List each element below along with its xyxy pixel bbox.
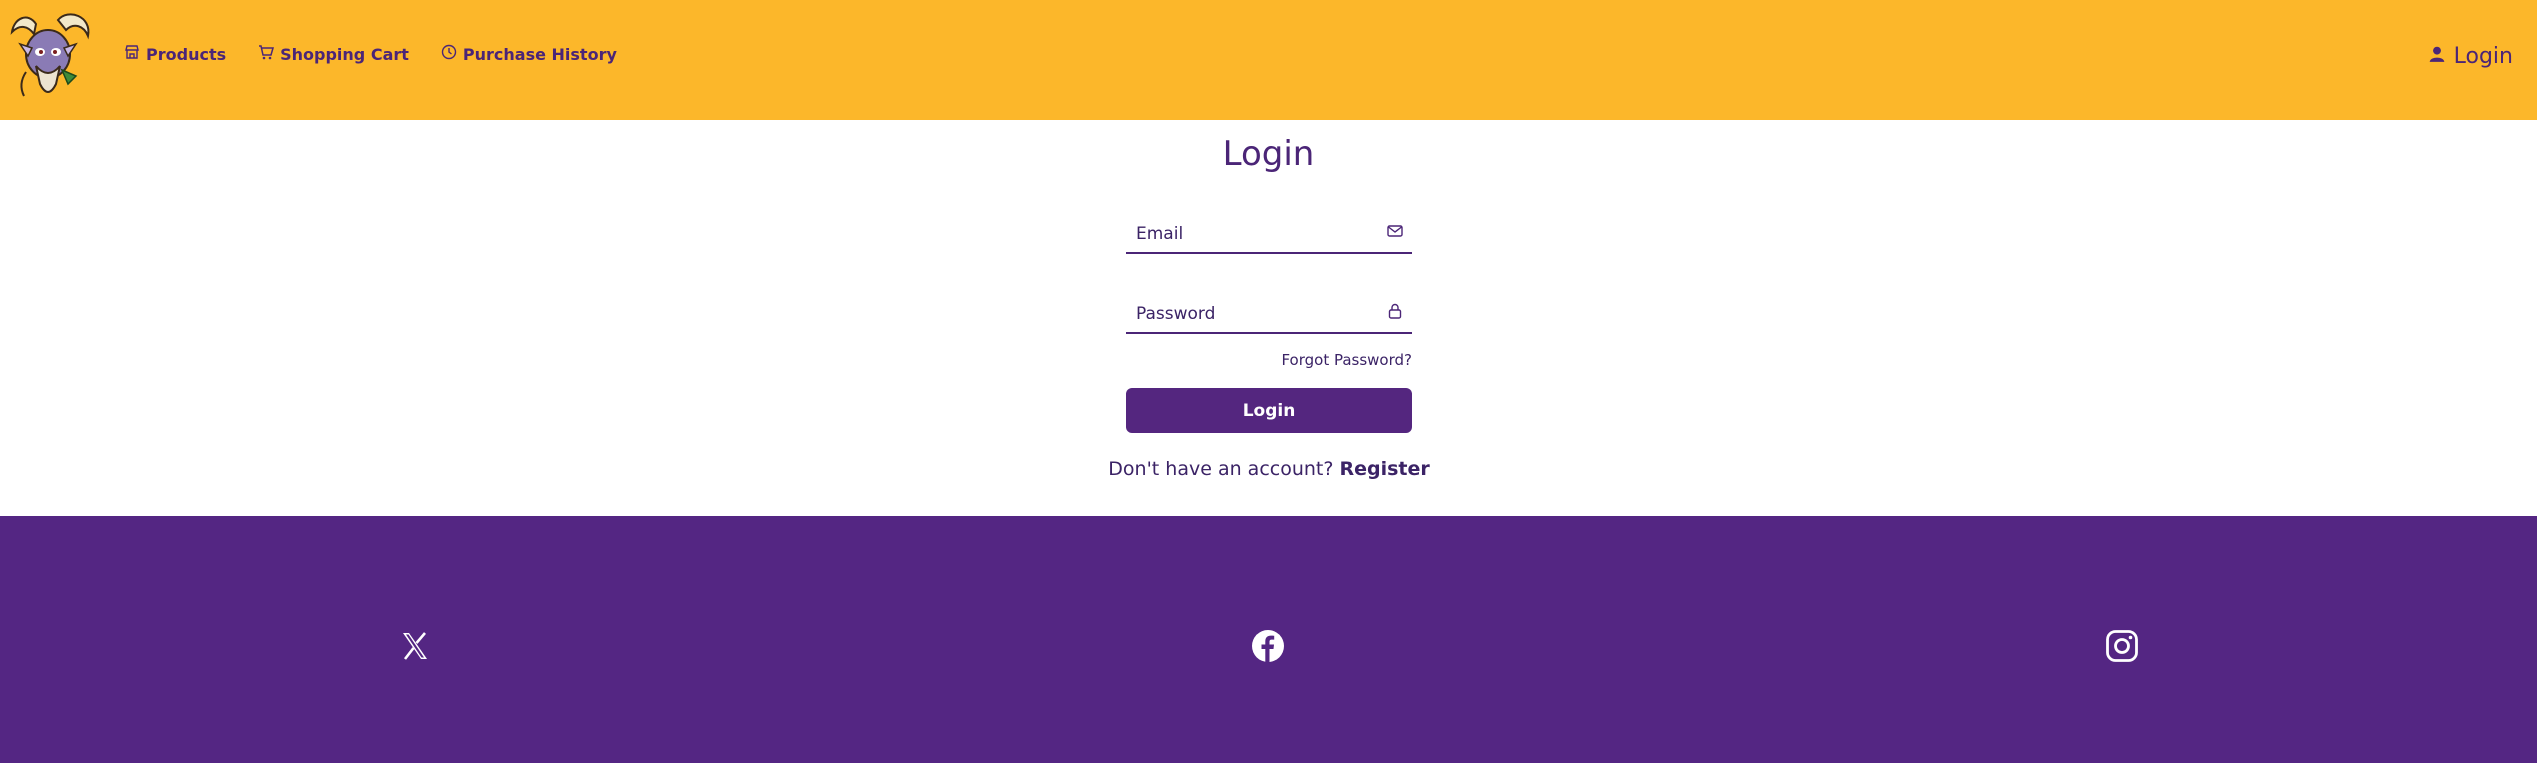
clock-icon (441, 44, 457, 64)
x-twitter-icon[interactable] (398, 629, 432, 663)
header-login-link[interactable]: Login (2428, 44, 2513, 69)
page-title: Login (1222, 134, 1315, 174)
nav-shopping-cart[interactable]: Shopping Cart (258, 44, 409, 64)
register-prompt: Don't have an account? Register (1108, 458, 1429, 480)
password-field[interactable]: Password (1126, 290, 1412, 334)
facebook-icon[interactable] (1251, 629, 1285, 663)
user-icon (2428, 44, 2446, 69)
nav-products[interactable]: Products (124, 44, 226, 64)
mail-icon (1386, 222, 1404, 240)
login-section: Login Email Password Forgot Password? Lo… (0, 120, 2537, 516)
nav-purchase-history-label: Purchase History (462, 44, 617, 64)
main-nav: Products Shopping Cart Purchase History (124, 44, 617, 64)
goat-logo-icon[interactable] (6, 10, 94, 106)
nav-shopping-cart-label: Shopping Cart (280, 44, 409, 64)
store-icon (124, 44, 140, 64)
login-submit-button[interactable]: Login (1126, 388, 1412, 433)
lock-icon (1386, 302, 1404, 320)
email-field[interactable]: Email (1126, 210, 1412, 254)
register-link[interactable]: Register (1339, 458, 1429, 480)
top-header: Products Shopping Cart Purchase History … (0, 0, 2537, 120)
nav-products-label: Products (146, 44, 227, 64)
header-login-label: Login (2453, 44, 2513, 69)
cart-icon (258, 44, 275, 64)
footer (0, 516, 2537, 763)
nav-purchase-history[interactable]: Purchase History (441, 44, 617, 64)
email-input[interactable] (1126, 210, 1412, 252)
no-account-text: Don't have an account? (1108, 458, 1334, 480)
instagram-icon[interactable] (2105, 629, 2139, 663)
password-input[interactable] (1126, 290, 1412, 332)
forgot-password-link[interactable]: Forgot Password? (1281, 351, 1412, 369)
